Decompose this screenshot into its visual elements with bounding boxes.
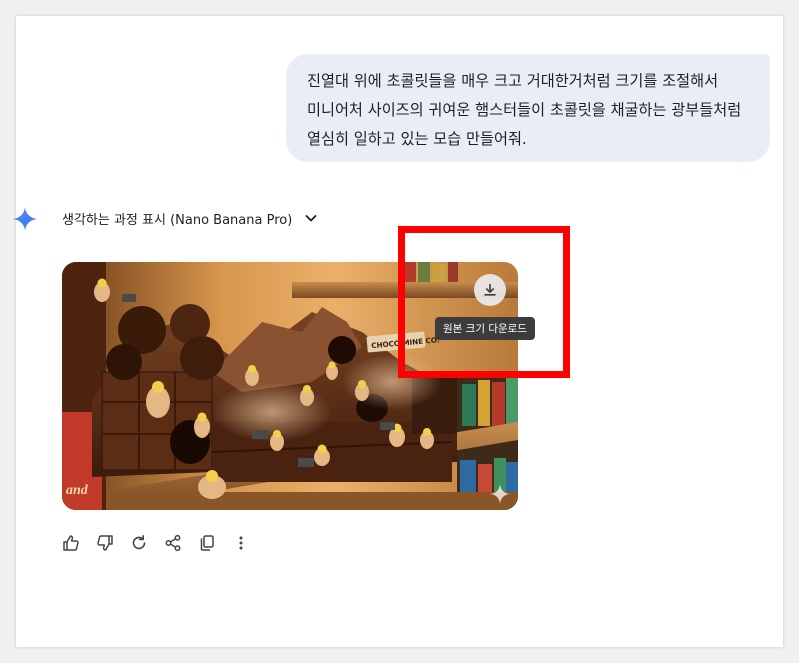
thumb-up-icon (63, 535, 79, 551)
thumb-up-button[interactable] (60, 532, 82, 554)
redo-icon (132, 535, 146, 550)
more-vertical-icon (239, 536, 243, 550)
thumb-down-icon (97, 535, 113, 551)
thumb-down-button[interactable] (94, 532, 116, 554)
user-message-text: 진열대 위에 초콜릿들을 매우 크고 거대한거처럼 크기를 조절해서 미니어처 … (307, 72, 742, 148)
gemini-sparkle-icon (13, 207, 37, 231)
share-button[interactable] (162, 532, 184, 554)
response-actions (60, 532, 252, 554)
highlight-annotation-box (398, 226, 570, 378)
copy-button[interactable] (196, 532, 218, 554)
box-text: and (66, 483, 89, 498)
thinking-label: 생각하는 과정 표시 (Nano Banana Pro) (62, 212, 293, 228)
copy-icon (200, 535, 214, 551)
thinking-toggle[interactable]: 생각하는 과정 표시 (Nano Banana Pro) (62, 207, 318, 229)
share-icon (165, 534, 181, 552)
user-message-bubble: 진열대 위에 초콜릿들을 매우 크고 거대한거처럼 크기를 조절해서 미니어처 … (286, 54, 770, 162)
chevron-down-icon (305, 215, 317, 222)
regenerate-button[interactable] (128, 532, 150, 554)
more-options-button[interactable] (230, 532, 252, 554)
